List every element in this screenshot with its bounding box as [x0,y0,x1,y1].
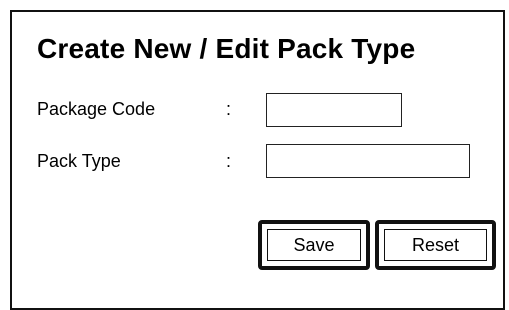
reset-button-label: Reset [384,229,487,261]
pack-type-label: Pack Type [37,151,121,171]
package-code-separator: : [226,99,232,119]
pack-type-separator: : [226,151,232,171]
pack-type-input[interactable] [266,144,470,178]
package-code-input[interactable] [266,93,402,127]
save-button[interactable]: Save [258,220,370,270]
package-code-label: Package Code [37,99,156,119]
save-button-label: Save [267,229,361,261]
reset-button[interactable]: Reset [375,220,496,270]
form-title: Create New / Edit Pack Type [37,33,416,64]
